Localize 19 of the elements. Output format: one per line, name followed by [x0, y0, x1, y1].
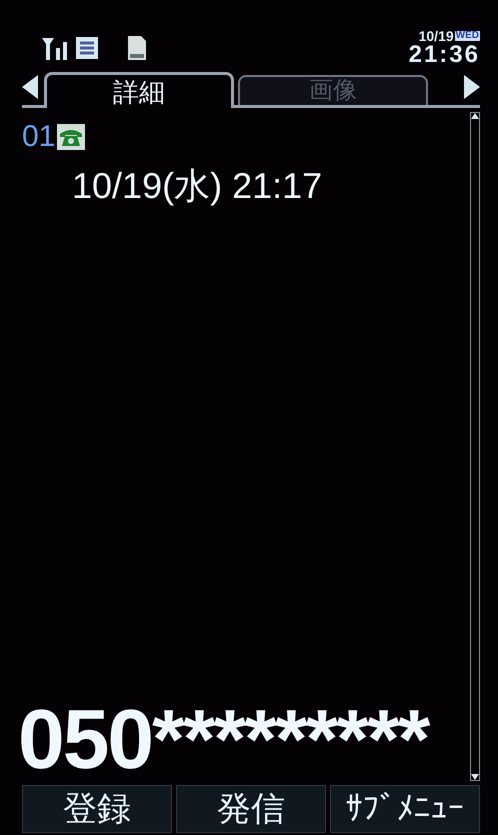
softkey[interactable]: 発信 — [176, 785, 326, 833]
weekday-badge: WED — [454, 31, 480, 41]
entry-index: 01 — [22, 119, 56, 155]
right-arrow-icon[interactable] — [464, 75, 480, 99]
scrollbar[interactable] — [470, 112, 480, 781]
scroll-up-icon[interactable] — [471, 113, 479, 119]
telephone-icon — [57, 124, 86, 150]
left-arrow-icon[interactable] — [22, 75, 38, 99]
signal-icon — [42, 36, 70, 60]
softkey[interactable]: ｻﾌﾞﾒﾆｭｰ — [330, 785, 480, 833]
call-datetime: 10/19(水) 21:17 — [72, 164, 324, 208]
scroll-down-icon[interactable] — [471, 774, 479, 780]
softkey[interactable]: 登録 — [22, 785, 172, 833]
memory-card-icon — [126, 34, 148, 62]
phone-number: 050********* — [18, 697, 430, 781]
tab[interactable]: 詳細 — [44, 72, 234, 108]
memo-icon — [74, 35, 100, 61]
status-time: 21:36 — [408, 43, 480, 67]
status-date: 10/19 — [418, 29, 454, 43]
